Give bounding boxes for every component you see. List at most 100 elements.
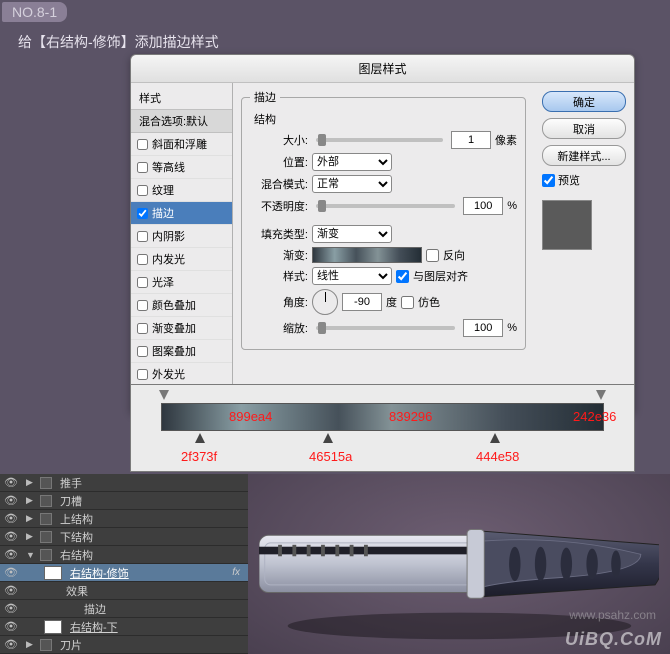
layer-row[interactable]: 👁▶刀槽: [0, 492, 248, 510]
gradient-stop-top[interactable]: [159, 390, 169, 400]
angle-dial[interactable]: [312, 289, 338, 315]
disclosure-icon[interactable]: ▶: [26, 513, 36, 524]
gradient-label: 渐变:: [250, 247, 308, 263]
visibility-icon[interactable]: 👁: [4, 530, 18, 543]
new-style-button[interactable]: 新建样式...: [542, 145, 626, 166]
visibility-icon[interactable]: 👁: [4, 548, 18, 561]
step-title: 给【右结构-修饰】添加描边样式: [18, 32, 219, 52]
folder-icon: [40, 639, 52, 651]
gradient-bar[interactable]: [161, 403, 604, 431]
visibility-icon[interactable]: 👁: [4, 476, 18, 489]
layer-thumbnail[interactable]: [44, 620, 62, 634]
style-item[interactable]: 描边: [131, 202, 232, 225]
folder-icon: [40, 549, 52, 561]
style-item[interactable]: 光泽: [131, 271, 232, 294]
layer-name: 效果: [66, 583, 88, 599]
fx-badge[interactable]: fx: [232, 567, 240, 578]
visibility-icon[interactable]: 👁: [4, 602, 18, 615]
visibility-icon[interactable]: 👁: [4, 566, 18, 579]
layer-row[interactable]: 👁 效果: [0, 582, 248, 600]
filltype-label: 填充类型:: [250, 226, 308, 242]
style-item[interactable]: 渐变叠加: [131, 317, 232, 340]
align-label: 与图层对齐: [413, 268, 468, 284]
gradient-preview[interactable]: [312, 247, 422, 263]
style-item[interactable]: 颜色叠加: [131, 294, 232, 317]
layers-panel: 👁▶推手👁▶刀槽👁▶上结构👁▶下结构👁▼右结构👁右结构-修饰fx👁效果👁描边👁右…: [0, 474, 248, 654]
stroke-legend: 描边: [250, 89, 280, 105]
scale-input[interactable]: [463, 319, 503, 337]
opacity-slider[interactable]: [316, 204, 455, 208]
visibility-icon[interactable]: 👁: [4, 494, 18, 507]
style-checkbox[interactable]: [137, 323, 148, 334]
layer-row[interactable]: 👁 ▶ 下结构: [0, 528, 248, 546]
folder-icon: [40, 513, 52, 525]
style-checkbox[interactable]: [137, 185, 148, 196]
style-checkbox[interactable]: [137, 208, 148, 219]
gradient-stop-top[interactable]: [596, 390, 606, 400]
style-select[interactable]: 线性: [312, 267, 392, 285]
gradient-stop-bottom[interactable]: [195, 433, 205, 443]
disclosure-icon[interactable]: ▼: [26, 550, 36, 560]
visibility-icon[interactable]: 👁: [4, 584, 18, 597]
style-item[interactable]: 纹理: [131, 179, 232, 202]
layer-name: 推手: [60, 475, 82, 491]
style-item[interactable]: 图案叠加: [131, 340, 232, 363]
ok-button[interactable]: 确定: [542, 91, 626, 112]
layer-row[interactable]: 👁▼右结构: [0, 546, 248, 564]
disclosure-icon[interactable]: ▶: [26, 477, 36, 488]
layer-row[interactable]: 👁描边: [0, 600, 248, 618]
gradient-color-label: 899ea4: [229, 409, 272, 424]
layer-row[interactable]: 👁▶上结构: [0, 510, 248, 528]
visibility-icon[interactable]: 👁: [4, 620, 18, 633]
disclosure-icon[interactable]: ▶: [26, 495, 36, 506]
blend-options[interactable]: 混合选项:默认: [131, 110, 232, 133]
reverse-checkbox[interactable]: [426, 249, 439, 262]
style-checkbox[interactable]: [137, 300, 148, 311]
style-checkbox[interactable]: [137, 277, 148, 288]
opacity-input[interactable]: [463, 197, 503, 215]
style-checkbox[interactable]: [137, 369, 148, 380]
disclosure-icon[interactable]: ▶: [26, 639, 36, 650]
style-item[interactable]: 内发光: [131, 248, 232, 271]
opacity-label: 不透明度:: [250, 198, 308, 214]
angle-input[interactable]: [342, 293, 382, 311]
layer-row[interactable]: 👁右结构-下: [0, 618, 248, 636]
style-checkbox[interactable]: [137, 254, 148, 265]
position-label: 位置:: [250, 154, 308, 170]
layer-name: 下结构: [60, 529, 93, 545]
folder-icon: [40, 495, 52, 507]
visibility-icon[interactable]: 👁: [4, 512, 18, 525]
blend-select[interactable]: 正常: [312, 175, 392, 193]
visibility-icon[interactable]: 👁: [4, 638, 18, 651]
position-select[interactable]: 外部: [312, 153, 392, 171]
style-item[interactable]: 等高线: [131, 156, 232, 179]
dither-checkbox[interactable]: [401, 296, 414, 309]
dialog-title: 图层样式: [131, 55, 634, 83]
style-checkbox[interactable]: [137, 346, 148, 357]
cancel-button[interactable]: 取消: [542, 118, 626, 139]
style-item[interactable]: 斜面和浮雕: [131, 133, 232, 156]
style-checkbox[interactable]: [137, 231, 148, 242]
styles-header[interactable]: 样式: [131, 87, 232, 110]
align-checkbox[interactable]: [396, 270, 409, 283]
layer-thumbnail[interactable]: [44, 566, 62, 580]
gradient-stop-bottom[interactable]: [323, 433, 333, 443]
disclosure-icon[interactable]: ▶: [26, 531, 36, 542]
layer-row[interactable]: 👁右结构-修饰fx: [0, 564, 248, 582]
style-item[interactable]: 内阴影: [131, 225, 232, 248]
filltype-select[interactable]: 渐变: [312, 225, 392, 243]
layer-row[interactable]: 👁 ▶ 推手: [0, 474, 248, 492]
style-label: 等高线: [152, 159, 185, 175]
size-slider[interactable]: [316, 138, 443, 142]
size-input[interactable]: [451, 131, 491, 149]
gradient-stop-bottom[interactable]: [490, 433, 500, 443]
style-checkbox[interactable]: [137, 139, 148, 150]
watermark-main: UiBQ.CoM: [565, 629, 662, 650]
layer-row[interactable]: 👁▶刀片: [0, 636, 248, 654]
preview-checkbox[interactable]: [542, 174, 555, 187]
folder-icon: [40, 531, 52, 543]
scale-slider[interactable]: [316, 326, 455, 330]
styles-list: 样式 混合选项:默认 斜面和浮雕等高线纹理描边内阴影内发光光泽颜色叠加渐变叠加图…: [131, 83, 233, 413]
style-checkbox[interactable]: [137, 162, 148, 173]
style-item[interactable]: 外发光: [131, 363, 232, 386]
